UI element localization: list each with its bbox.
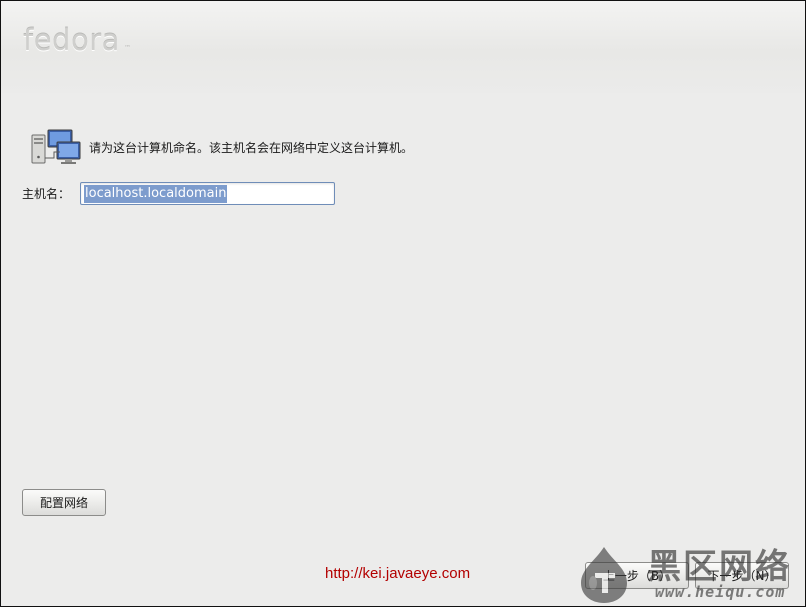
hostname-intro-text: 请为这台计算机命名。该主机名会在网络中定义这台计算机。 (89, 140, 414, 155)
installer-window: fedora ™ 请为这台计算机命名。该主机名会在网络中定义这台计算机。 主机名… (0, 0, 806, 607)
fedora-logo-tm: ™ (124, 44, 131, 52)
header-banner: fedora ™ (1, 1, 805, 93)
hostname-input-value: localhost.localdomain (84, 184, 228, 203)
hostname-input[interactable]: localhost.localdomain (80, 182, 335, 205)
hostname-row: 主机名： localhost.localdomain (22, 181, 335, 206)
hostname-intro: 请为这台计算机命名。该主机名会在网络中定义这台计算机。 (30, 128, 413, 166)
next-button[interactable]: 下一步（N） (695, 562, 789, 589)
hostname-label: 主机名： (22, 187, 71, 201)
configure-network-button[interactable]: 配置网络 (22, 489, 106, 516)
back-button[interactable]: 上一步（B） (585, 562, 689, 589)
footer-url-text: http://kei.javaeye.com (325, 565, 471, 582)
fedora-logo: fedora (23, 23, 120, 57)
network-computers-icon (31, 129, 81, 164)
